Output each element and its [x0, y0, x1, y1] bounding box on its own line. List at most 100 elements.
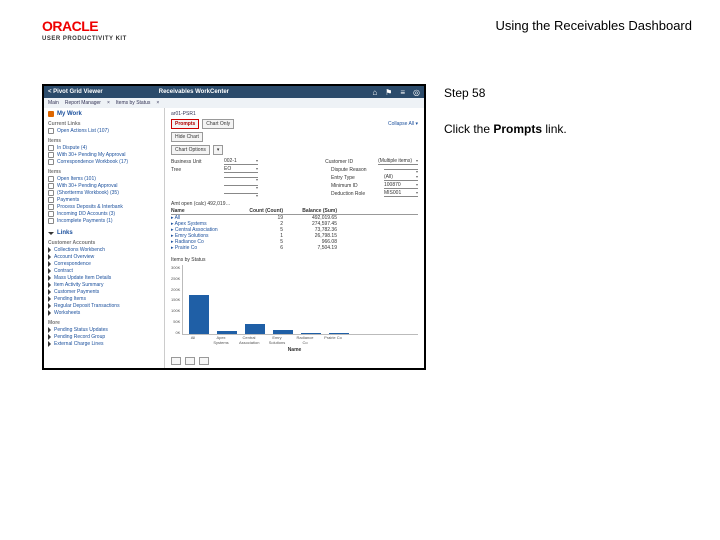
col-count: Count (Count) — [241, 208, 289, 214]
main-panel: ar01-PSR1 Prompts Chart Only Collapse Al… — [165, 108, 424, 368]
bullet-icon — [48, 282, 51, 288]
sidebar-item[interactable]: Open Actions List (107) — [48, 128, 160, 134]
sidebar-link[interactable]: External Charge Lines — [48, 341, 160, 347]
bullet-icon — [48, 303, 51, 309]
step-label: Step 58 — [444, 86, 692, 100]
sidebar-link[interactable]: Collections Workbench — [48, 247, 160, 253]
tab-main[interactable]: Main — [48, 100, 59, 106]
checkbox-icon — [48, 190, 54, 196]
sidebar-group: Items — [48, 169, 160, 175]
close-icon[interactable]: × — [107, 100, 110, 106]
chart-y-axis: 300K250K200K150K100K50K0K — [171, 265, 182, 335]
chart-bar — [217, 331, 237, 334]
table-row[interactable]: ▸ Prairie Co67,504.19 — [171, 245, 418, 251]
mywork-header[interactable]: My Work — [48, 111, 160, 117]
checkbox-icon — [48, 176, 54, 182]
field-input[interactable] — [384, 169, 418, 170]
chart-title: Items by Status — [171, 257, 418, 263]
hide-chart-button[interactable]: Hide Chart — [171, 132, 203, 142]
field-input[interactable] — [224, 185, 258, 186]
field-label: Dispute Reason — [331, 167, 381, 173]
field-input[interactable]: 002-1 — [224, 158, 258, 165]
sidebar-link[interactable]: Worksheets — [48, 310, 160, 316]
close-icon[interactable]: × — [156, 100, 159, 106]
field-label: Entry Type — [331, 175, 381, 181]
workcenter-title: Receivables WorkCenter — [159, 89, 229, 95]
prompts-link[interactable]: Prompts — [171, 119, 199, 129]
chart-only-button[interactable]: Chart Only — [202, 119, 234, 129]
tab-report-manager[interactable]: Report Manager — [65, 100, 101, 106]
bullet-icon — [48, 275, 51, 281]
sidebar-item[interactable]: Open Items (101) — [48, 176, 160, 182]
field-label: Minimum ID — [331, 183, 381, 189]
sidebar-link[interactable]: Pending Status Updates — [48, 327, 160, 333]
sidebar-item[interactable]: Payments — [48, 197, 160, 203]
sidebar-link[interactable]: Item Activity Summary — [48, 282, 160, 288]
field-input[interactable]: EO — [224, 166, 258, 173]
oracle-logo: ORACLE USER PRODUCTIVITY KIT — [42, 18, 127, 42]
bullet-icon — [48, 310, 51, 316]
bullet-icon — [48, 296, 51, 302]
sidebar-item[interactable]: Process Deposits & Interbank — [48, 204, 160, 210]
bullet-icon — [48, 334, 51, 340]
sidebar-item[interactable]: Correspondence Workbook (17) — [48, 159, 160, 165]
checkbox-icon — [48, 145, 54, 151]
document-title: Using the Receivables Dashboard — [495, 18, 692, 33]
filter-row: Deduction RoleMIS001 — [171, 190, 418, 197]
field-input[interactable]: (Multiple items) — [378, 158, 418, 165]
sidebar-group: Customer Accounts — [48, 240, 160, 246]
field-input[interactable] — [224, 193, 258, 194]
brand-text: ORACLE — [42, 18, 127, 34]
sidebar-link[interactable]: Mass Update Item Details — [48, 275, 160, 281]
breadcrumb: ar01-PSR1 — [171, 111, 418, 117]
chart-type-icon[interactable] — [199, 357, 209, 365]
tab-items-by-status[interactable]: Items by Status — [116, 100, 150, 106]
sidebar-item[interactable]: Incoming DD Accounts (3) — [48, 211, 160, 217]
app-screenshot: < Pivot Grid Viewer Receivables WorkCent… — [42, 84, 426, 370]
sidebar-link[interactable]: Regular Deposit Transactions — [48, 303, 160, 309]
field-input[interactable] — [224, 177, 258, 178]
sidebar-group: Current Links — [48, 121, 160, 127]
sidebar-link[interactable]: Correspondence — [48, 261, 160, 267]
field-label: Deduction Role — [331, 191, 381, 197]
mywork-icon — [48, 111, 54, 117]
checkbox-icon — [48, 211, 54, 217]
sidebar-link[interactable]: Pending Record Group — [48, 334, 160, 340]
sidebar-link[interactable]: Pending Items — [48, 296, 160, 302]
field-input[interactable]: MIS001 — [384, 190, 418, 197]
chart-bar — [329, 333, 349, 334]
sidebar-item[interactable]: (Shortterms Workbook) (35) — [48, 190, 160, 196]
checkbox-icon — [48, 152, 54, 158]
bullet-icon — [48, 327, 51, 333]
home-icon[interactable]: ⌂ — [372, 88, 377, 97]
table-header: Name Count (Count) Balance (Sum) — [171, 208, 418, 215]
chart-type-icon[interactable] — [185, 357, 195, 365]
field-input[interactable]: (All) — [384, 174, 418, 181]
more-dropdown[interactable]: ▾ — [213, 145, 224, 155]
sidebar-item[interactable]: In Dispute (4) — [48, 145, 160, 151]
sidebar-link[interactable]: Account Overview — [48, 254, 160, 260]
collapse-all-link[interactable]: Collapse All ▾ — [388, 121, 418, 127]
table-summary: Amt open (calc) 492,019… — [171, 201, 418, 207]
col-balance: Balance (Sum) — [289, 208, 337, 214]
bullet-icon — [48, 341, 51, 347]
back-button[interactable]: < Pivot Grid Viewer — [48, 89, 103, 95]
chevron-down-icon — [48, 232, 54, 235]
links-header[interactable]: Links — [48, 230, 160, 236]
chart-plot — [182, 265, 418, 335]
sidebar-group: Items — [48, 138, 160, 144]
sidebar-link[interactable]: Contract — [48, 268, 160, 274]
menu-icon[interactable]: ≡ — [400, 88, 405, 97]
chart-options-button[interactable]: Chart Options — [171, 145, 210, 155]
sidebar-item[interactable]: Incomplete Payments (1) — [48, 218, 160, 224]
filter-row: Business Unit002-1Customer ID(Multiple i… — [171, 158, 418, 165]
gear-icon[interactable]: ◎ — [413, 88, 420, 97]
field-input[interactable]: 100870 — [384, 182, 418, 189]
flag-icon[interactable]: ⚑ — [385, 88, 392, 97]
sidebar-item[interactable]: With 30+ Pending My Approval — [48, 152, 160, 158]
sidebar-link[interactable]: Customer Payments — [48, 289, 160, 295]
checkbox-icon — [48, 159, 54, 165]
sidebar-item[interactable]: With 30+ Pending Approval — [48, 183, 160, 189]
field-label: Tree — [171, 167, 221, 173]
chart-type-icon[interactable] — [171, 357, 181, 365]
